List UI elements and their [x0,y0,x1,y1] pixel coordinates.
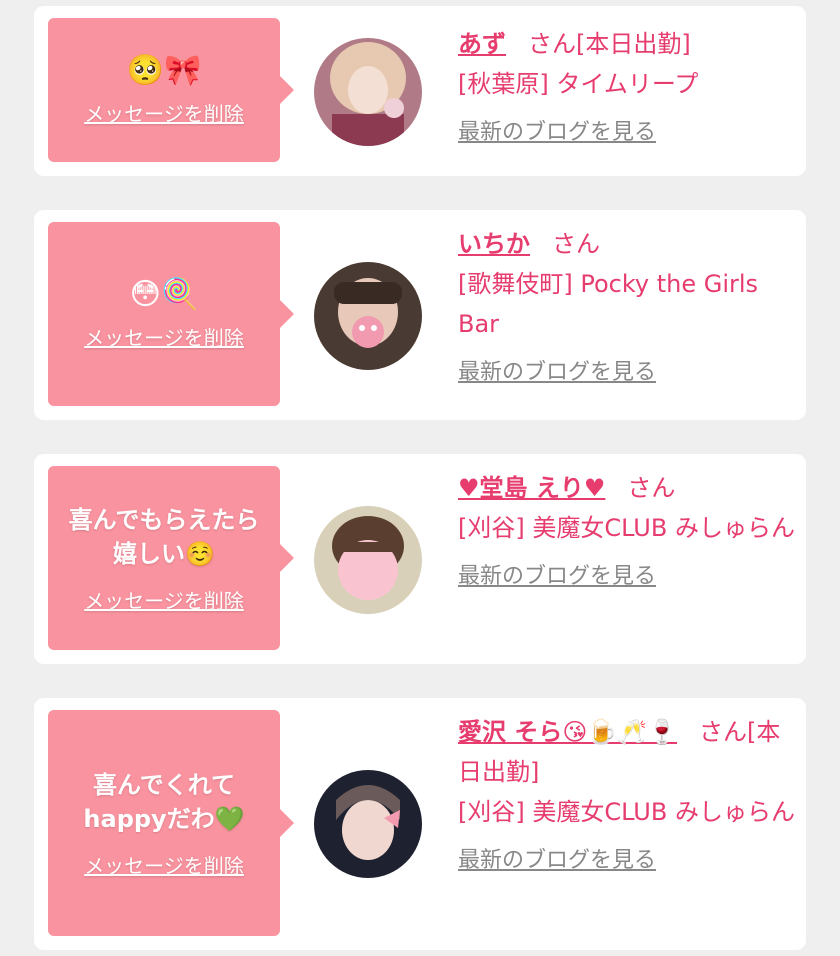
message-bubble: 😳🍭 メッセージを削除 [48,222,294,406]
message-bubble: 喜んでくれてhappyだわ💚 メッセージを削除 [48,710,294,936]
honorific: さん [552,230,600,258]
message-bubble: 🥺🎀 メッセージを削除 [48,18,294,162]
girl-card: 🥺🎀 メッセージを削除 あず さん[本日出勤] [秋葉原] タイムリープ 最新のブ… [34,6,806,176]
girl-name-link[interactable]: 愛沢 そら😘🍺🥂🍷 [458,718,677,746]
avatar[interactable] [314,38,422,146]
message-text: 😳🍭 [129,276,199,312]
shop-link[interactable]: [刈谷] 美魔女CLUB みしゅらん [458,508,798,548]
delete-message-link[interactable]: メッセージを削除 [84,585,244,614]
avatar[interactable] [314,770,422,878]
honorific: さん [528,30,576,58]
girl-card: 😳🍭 メッセージを削除 いちか さん [歌舞伎町] Pocky the Girls… [34,210,806,420]
shop-link[interactable]: [刈谷] 美魔女CLUB みしゅらん [458,792,798,832]
avatar[interactable] [314,506,422,614]
shop-link[interactable]: [歌舞伎町] Pocky the Girls Bar [458,264,798,344]
girl-info: いちか さん [歌舞伎町] Pocky the Girls Bar 最新のブログを… [458,224,798,386]
latest-blog-link[interactable]: 最新のブログを見る [458,558,656,590]
delete-message-link[interactable]: メッセージを削除 [84,322,244,351]
girl-info: あず さん[本日出勤] [秋葉原] タイムリープ 最新のブログを見る [458,24,798,146]
girl-card: 喜んでくれてhappyだわ💚 メッセージを削除 愛沢 そら😘🍺🥂🍷 さん[本日出勤… [34,698,806,950]
girl-name-link[interactable]: いちか [458,230,530,258]
avatar[interactable] [314,262,422,370]
latest-blog-link[interactable]: 最新のブログを見る [458,114,656,146]
work-status: [本日出勤] [576,30,691,58]
honorific: さん [627,474,676,502]
message-text: 喜んでもらえたら嬉しい☺️ [68,505,260,568]
delete-message-link[interactable]: メッセージを削除 [84,850,244,879]
honorific: さん [699,718,748,746]
latest-blog-link[interactable]: 最新のブログを見る [458,354,656,386]
girl-info: 愛沢 そら😘🍺🥂🍷 さん[本日出勤] [刈谷] 美魔女CLUB みしゅらん 最新の… [458,712,798,874]
girl-card: 喜んでもらえたら嬉しい☺️ メッセージを削除 ♥堂島 えり♥ さん [刈谷] 美魔… [34,454,806,664]
shop-link[interactable]: [秋葉原] タイムリープ [458,64,798,104]
message-text: 🥺🎀 [126,52,202,88]
girl-name-link[interactable]: ♥堂島 えり♥ [458,474,605,502]
girl-name-link[interactable]: あず [458,30,506,58]
message-bubble: 喜んでもらえたら嬉しい☺️ メッセージを削除 [48,466,294,650]
delete-message-link[interactable]: メッセージを削除 [84,98,244,127]
girl-info: ♥堂島 えり♥ さん [刈谷] 美魔女CLUB みしゅらん 最新のブログを見る [458,468,798,590]
latest-blog-link[interactable]: 最新のブログを見る [458,842,656,874]
message-text: 喜んでくれてhappyだわ💚 [83,770,245,833]
